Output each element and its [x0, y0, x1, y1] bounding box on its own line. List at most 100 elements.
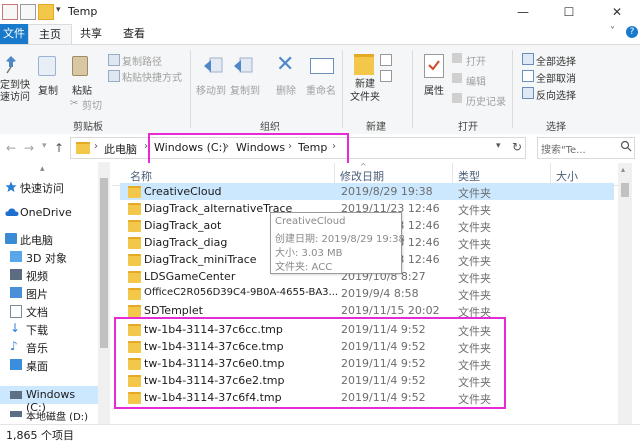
minimize-button[interactable]: —	[500, 0, 546, 24]
chevron-down-icon[interactable]: ▾	[56, 5, 61, 15]
recent-locations-icon[interactable]: ▾	[42, 141, 47, 151]
select-all-icon	[522, 53, 534, 65]
new-item-icon[interactable]	[380, 54, 392, 66]
tooltip-name: CreativeCloud	[275, 216, 346, 227]
nav-item-label: 文档	[26, 306, 48, 319]
nav-item-label: 下载	[26, 324, 48, 337]
group-label-open: 打开	[458, 122, 478, 133]
file-type: 文件夹	[458, 187, 491, 200]
tab-home[interactable]: 主页	[28, 24, 72, 44]
folder-icon	[128, 220, 141, 232]
download-icon: ↓	[10, 321, 21, 335]
new-folder-button[interactable]: 新建 文件夹	[350, 78, 380, 104]
file-list-scrollbar-thumb[interactable]	[621, 183, 629, 197]
open-button[interactable]: 打开	[466, 53, 486, 68]
scroll-up-icon[interactable]: ▴	[40, 164, 45, 174]
move-to-button[interactable]: 移动到	[196, 82, 226, 97]
file-name: OfficeC2R056D39C4-9B0A-4655-BA3...	[144, 287, 339, 298]
file-row[interactable]: CreativeCloud 2019/8/29 19:38 文件夹	[120, 183, 614, 200]
address-dropdown-icon[interactable]: ▾	[496, 141, 501, 151]
file-date: 2019/11/15 20:02	[341, 304, 440, 317]
file-name: SDTemplet	[144, 304, 203, 317]
history-button[interactable]: 历史记录	[466, 93, 506, 108]
nav-item-3d-objects[interactable]: 3D 对象	[0, 248, 98, 266]
nav-item-this-pc[interactable]: 此电脑	[0, 230, 98, 248]
search-icon[interactable]	[620, 139, 632, 153]
pin-icon	[4, 54, 18, 74]
edit-button[interactable]: 编辑	[466, 73, 486, 88]
nav-item-documents[interactable]: 文档	[0, 302, 98, 320]
select-all-button[interactable]: 全部选择	[536, 53, 576, 68]
invert-selection-button[interactable]: 反向选择	[536, 87, 576, 102]
column-name[interactable]: 名称	[130, 168, 152, 184]
column-type[interactable]: 类型	[458, 168, 480, 184]
nav-item-drive-c[interactable]: Windows (C:)	[0, 386, 98, 414]
back-button[interactable]: ←	[6, 141, 16, 155]
tab-file[interactable]: 文件	[0, 24, 28, 44]
select-none-button[interactable]: 全部取消	[536, 70, 576, 85]
history-icon	[452, 93, 462, 103]
column-divider[interactable]	[334, 163, 335, 185]
nav-scrollbar-thumb[interactable]	[100, 178, 108, 348]
ribbon-separator	[190, 50, 191, 128]
pin-button[interactable]: 定到快 速访问	[0, 80, 30, 104]
cloud-icon	[5, 207, 19, 218]
nav-item-onedrive[interactable]: OneDrive	[0, 204, 98, 222]
file-name: DiagTrack_diag	[144, 236, 228, 249]
invert-selection-icon	[522, 87, 534, 99]
highlight-annotation-path	[148, 133, 349, 167]
quick-access-properties-icon[interactable]	[2, 4, 18, 20]
folder-icon	[128, 237, 141, 249]
breadcrumb-chevron-icon[interactable]: ›	[94, 141, 98, 152]
tooltip-created: 创建日期: 2019/8/29 19:38	[275, 234, 405, 245]
paste-shortcut-button[interactable]: 粘贴快捷方式	[122, 69, 182, 84]
nav-item-music[interactable]: ♪ 音乐	[0, 338, 98, 356]
cut-button[interactable]: 剪切	[82, 97, 102, 112]
ribbon-expand-icon[interactable]: ˅	[610, 26, 615, 37]
breadcrumb-this-pc[interactable]: 此电脑	[104, 141, 137, 157]
group-label-clipboard: 剪贴板	[73, 122, 103, 133]
quick-access-checklist-icon[interactable]	[20, 4, 36, 20]
column-divider[interactable]	[452, 163, 453, 185]
delete-button[interactable]: 删除	[276, 82, 296, 97]
close-button[interactable]: ✕	[594, 0, 640, 24]
up-button[interactable]: ↑	[54, 141, 64, 155]
copy-button[interactable]: 复制	[38, 82, 58, 97]
nav-item-label: 音乐	[26, 342, 48, 355]
drive-icon	[10, 411, 22, 417]
paste-icon	[72, 56, 88, 76]
column-size[interactable]: 大小	[556, 168, 578, 184]
new-folder-icon	[354, 54, 374, 75]
paste-button[interactable]: 粘贴	[72, 82, 92, 97]
copy-path-button[interactable]: 复制路径	[122, 53, 162, 68]
refresh-icon[interactable]: ↻	[512, 140, 522, 154]
group-label-organize: 组织	[260, 122, 280, 133]
file-row[interactable]: OfficeC2R056D39C4-9B0A-4655-BA3... 2019/…	[120, 285, 614, 302]
nav-item-downloads[interactable]: ↓ 下载	[0, 320, 98, 338]
nav-item-label: OneDrive	[20, 206, 72, 219]
file-type: 文件夹	[458, 272, 491, 285]
column-divider[interactable]	[550, 163, 551, 185]
file-list-scrollbar[interactable]: ▴	[618, 163, 632, 424]
nav-item-pictures[interactable]: 图片	[0, 284, 98, 302]
nav-item-desktop[interactable]: 桌面	[0, 356, 98, 374]
scroll-up-icon[interactable]: ▴	[621, 165, 625, 174]
easy-access-icon[interactable]	[380, 70, 392, 82]
nav-item-quick-access[interactable]: 快速访问	[0, 178, 98, 196]
help-icon[interactable]: ?	[626, 26, 638, 38]
tab-share[interactable]: 共享	[70, 24, 112, 44]
properties-button[interactable]: 属性	[424, 82, 444, 97]
nav-scrollbar[interactable]	[98, 162, 110, 424]
copy-to-icon	[232, 56, 254, 76]
copy-to-button[interactable]: 复制到	[230, 82, 260, 97]
rename-button[interactable]: 重命名	[306, 82, 336, 97]
nav-item-drive-d[interactable]: 本地磁盘 (D:)	[0, 406, 98, 424]
nav-item-videos[interactable]: 视频	[0, 266, 98, 284]
forward-button[interactable]: →	[24, 141, 34, 155]
column-date[interactable]: 修改日期	[340, 168, 384, 184]
group-label-select: 选择	[546, 122, 566, 133]
ribbon-separator	[512, 50, 513, 128]
tab-view[interactable]: 查看	[112, 24, 156, 44]
maximize-button[interactable]: ☐	[546, 0, 592, 24]
edit-icon	[452, 73, 462, 83]
